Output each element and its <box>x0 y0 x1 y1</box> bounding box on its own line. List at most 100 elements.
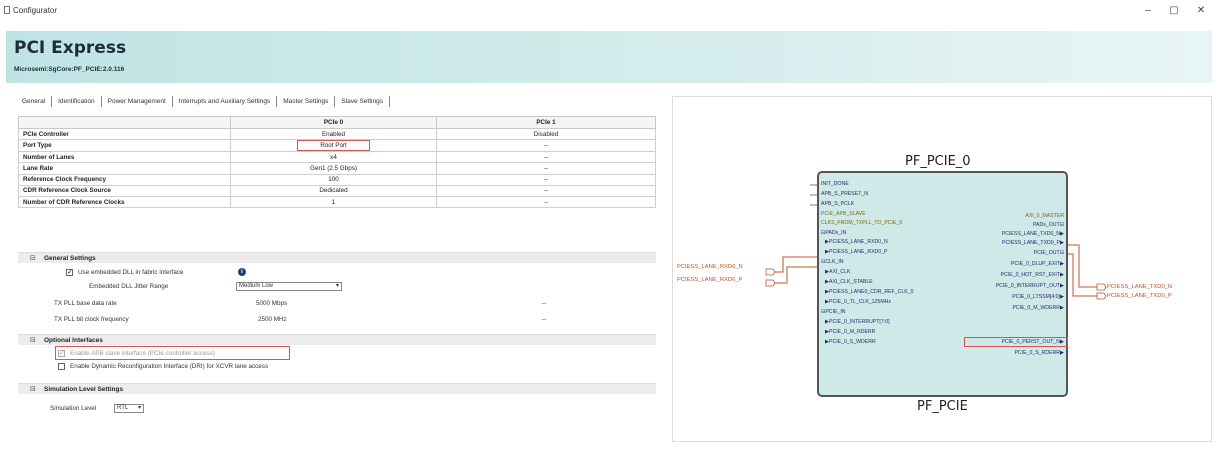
pin-group[interactable]: PCIE_OUT⊟ <box>1034 250 1064 256</box>
pin-left[interactable]: ▶AXI_CLK <box>825 269 850 275</box>
pin-right[interactable]: PCIE_0_PERST_OUT_N▶ <box>1001 339 1064 345</box>
optional-interfaces-section: ⊟ Optional Interfaces <box>18 334 656 345</box>
info-icon[interactable]: i <box>238 268 246 276</box>
jitter-range-value: Medium Low <box>239 283 274 289</box>
app-icon <box>4 6 10 14</box>
ext-port-in[interactable]: PCIESS_LANE_RXD0_P <box>677 277 742 283</box>
pin-left[interactable]: ▶PCIESS_LANE_RXD0_N <box>825 239 888 245</box>
pin-left[interactable]: CLKS_FROM_TXPLL_TO_PCIE_0 <box>821 220 902 226</box>
pcie0-cell[interactable]: Enabled <box>230 127 437 141</box>
section-title: General Settings <box>44 255 96 262</box>
title-bar: Configurator – ▢ ✕ <box>0 0 1217 22</box>
pin-right[interactable]: AXI_0_MASTER <box>1025 213 1064 219</box>
tab-slave-settings[interactable]: Slave Settings <box>335 96 390 107</box>
pin-right[interactable]: PCIE_0_S_RDERR▶ <box>1014 350 1064 356</box>
sim-level-value: RTL <box>117 405 129 411</box>
tab-master-settings[interactable]: Master Settings <box>277 96 336 107</box>
pcie0-cell[interactable]: Gen1 (2.5 Gbps) <box>230 162 437 175</box>
pin-left[interactable]: ▶AXI_CLK_STABLE <box>825 279 873 285</box>
pcie1-cell[interactable]: -- <box>436 162 656 175</box>
tab-general[interactable]: General <box>18 96 53 107</box>
collapse-icon[interactable]: ⊟ <box>30 336 36 344</box>
pcie1-cell[interactable]: -- <box>436 139 656 153</box>
drp-checkbox[interactable] <box>58 363 65 370</box>
pin-group[interactable]: ⊟PCIE_IN <box>821 309 846 315</box>
pin-group[interactable]: PADs_OUT⊟ <box>1033 222 1064 228</box>
jitter-range-select[interactable]: Medium Low ▾ <box>236 282 342 291</box>
pin-left[interactable]: ▶PCIE_0_INTERRUPT[7:0] <box>825 319 890 325</box>
port-type-highlight[interactable]: Root Port <box>297 140 370 152</box>
pin-left[interactable]: INIT_DONE <box>821 181 849 187</box>
pin-left[interactable]: ▶PCIESS_LANE_RXD0_P <box>825 249 888 255</box>
table-header: PCIe 0 <box>230 116 437 129</box>
pcie0-cell[interactable]: Root Port <box>230 139 437 153</box>
pcie1-cell[interactable]: -- <box>436 184 656 197</box>
tx-pll-clk-pcie1: -- <box>542 316 547 323</box>
pin-right[interactable]: PCIE_0_DLUP_EXIT▶ <box>1011 261 1064 267</box>
tx-pll-rate-label: TX PLL base data rate <box>54 300 117 307</box>
ext-port-in[interactable]: PCIESS_LANE_RXD0_N <box>677 264 743 270</box>
pcie1-cell[interactable]: Disabled <box>436 127 656 141</box>
pin-group[interactable]: ⊟CLK_IN <box>821 259 844 265</box>
row-label: CDR Reference Clock Source <box>18 184 231 197</box>
general-panel: PCIe 0 PCIe 1 PCIe Controller Enabled Di… <box>18 108 658 448</box>
ext-port-out[interactable]: PCIESS_LANE_TXD0_N <box>1107 284 1172 290</box>
pin-group[interactable]: ⊟PADs_IN <box>821 230 846 236</box>
page-title: PCI Express <box>14 38 127 58</box>
pin-left[interactable]: ▶PCIE_0_M_RDERR <box>825 329 875 335</box>
pcie-config-table: PCIe 0 PCIe 1 PCIe Controller Enabled Di… <box>18 116 656 209</box>
pf-pcie-block[interactable]: INIT_DONE APB_S_PRESET_N APB_S_PCLK PCIE… <box>817 171 1068 397</box>
component-diagram[interactable]: PF_PCIE_0 PF_PCIE PCIESS_LANE_RXD0_N PCI… <box>672 96 1212 442</box>
sim-level-select[interactable]: RTL ▾ <box>114 404 144 413</box>
instance-name: PF_PCIE_0 <box>905 154 971 169</box>
pin-right[interactable]: PCIESS_LANE_TXD0_N▶ <box>1002 231 1064 237</box>
pin-left[interactable]: ▶PCIE_0_TL_CLK_125MHz <box>825 299 891 305</box>
simulation-section: ⊟ Simulation Level Settings <box>18 383 656 394</box>
table-row: Number of CDR Reference Clocks 1 -- <box>18 195 656 209</box>
maximize-button[interactable]: ▢ <box>1163 4 1185 18</box>
section-title: Optional Interfaces <box>44 337 103 344</box>
section-title: Simulation Level Settings <box>44 386 124 393</box>
table-row: Reference Clock Frequency 100 -- <box>18 173 656 186</box>
row-label: Number of CDR Reference Clocks <box>18 195 231 209</box>
pcie1-cell[interactable]: -- <box>436 195 656 209</box>
pcie1-cell[interactable]: -- <box>436 173 656 186</box>
chevron-down-icon: ▾ <box>137 405 141 411</box>
pcie1-cell[interactable]: -- <box>436 151 656 164</box>
use-dll-label: Use embedded DLL in fabric interface <box>78 269 184 276</box>
jitter-range-label: Embedded DLL Jitter Range <box>89 283 169 290</box>
pin-right[interactable]: PCIE_0_M_WDERR▶ <box>1012 305 1064 311</box>
pcie0-cell[interactable]: x4 <box>230 151 437 164</box>
tab-power-management[interactable]: Power Management <box>102 96 173 107</box>
table-row: PCIe Controller Enabled Disabled <box>18 127 656 141</box>
ext-port-out[interactable]: PCIESS_LANE_TXD0_P <box>1107 293 1172 299</box>
row-label: Reference Clock Frequency <box>18 173 231 186</box>
pin-right[interactable]: PCIE_0_HOT_RST_EXIT▶ <box>1001 272 1064 278</box>
pin-left[interactable]: PCIE_APB_SLAVE <box>821 211 866 217</box>
core-vlnv: Microsemi:SgCore:PF_PCIE:2.0.116 <box>14 66 125 73</box>
row-label: Port Type <box>18 139 231 153</box>
pin-left[interactable]: APB_S_PCLK <box>821 201 854 207</box>
pin-left[interactable]: ▶PCIE_0_S_WDERR <box>825 339 876 345</box>
tab-bar: General Identification Power Management … <box>18 95 390 108</box>
close-button[interactable]: ✕ <box>1190 4 1212 18</box>
apb-label: Enable APB slave interface (PCIe control… <box>70 350 215 357</box>
collapse-icon[interactable]: ⊟ <box>30 385 36 393</box>
row-label: Lane Rate <box>18 162 231 175</box>
tab-identification[interactable]: Identification <box>52 96 102 107</box>
tx-pll-rate-pcie1: -- <box>542 300 547 307</box>
use-dll-checkbox[interactable]: ✓ <box>66 269 73 276</box>
pin-left[interactable]: ▶PCIESS_LANE0_CDR_REF_CLK_0 <box>825 289 913 295</box>
apb-checkbox[interactable]: ✓ <box>58 350 65 357</box>
minimize-button[interactable]: – <box>1137 4 1159 18</box>
pcie0-cell[interactable]: Dedicated <box>230 184 437 197</box>
pin-left[interactable]: APB_S_PRESET_N <box>821 191 868 197</box>
header-banner: PCI Express Microsemi:SgCore:PF_PCIE:2.0… <box>6 31 1212 83</box>
pcie0-cell[interactable]: 1 <box>230 195 437 209</box>
collapse-icon[interactable]: ⊟ <box>30 254 36 262</box>
tab-interrupts[interactable]: Interrupts and Auxiliary Settings <box>173 96 278 107</box>
pin-right[interactable]: PCIE_0_LTSSM[4:0]▶ <box>1012 294 1064 300</box>
pin-right[interactable]: PCIE_0_INTERRUPT_OUT▶ <box>996 283 1064 289</box>
pcie0-cell[interactable]: 100 <box>230 173 437 186</box>
pin-right[interactable]: PCIESS_LANE_TXD0_P▶ <box>1002 240 1064 246</box>
